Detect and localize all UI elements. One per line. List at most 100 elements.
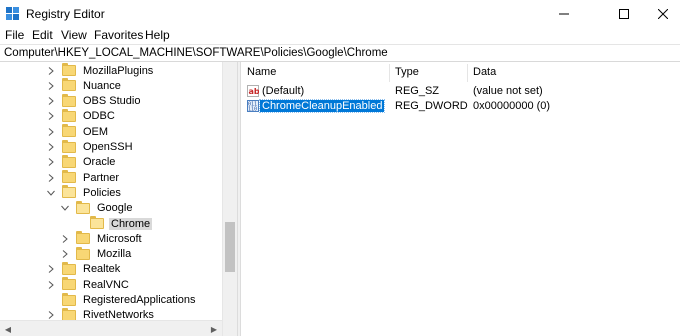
tree-item-label: Microsoft [97,232,142,245]
tree-item-label: Google [97,202,133,215]
menu-view[interactable]: View [61,28,87,42]
menu-help[interactable]: Help [145,28,170,42]
tree-item-oem[interactable]: OEM [46,124,110,139]
tree-item-chrome[interactable]: Chrome [74,216,153,231]
column-divider[interactable] [467,64,468,82]
tree-item-mozillaplugins[interactable]: MozillaPlugins [46,63,155,78]
tree-item-registeredapplications[interactable]: RegisteredApplications [46,292,198,308]
column-header-type[interactable]: Type [395,66,419,78]
chevron-down-icon[interactable] [60,203,70,213]
value-name[interactable]: (Default) [260,85,306,97]
folder-icon [62,277,76,291]
scroll-left-icon[interactable]: ◀ [1,322,15,336]
svg-text:ab: ab [249,87,260,96]
folder-icon [76,246,90,260]
value-data: (value not set) [473,85,543,97]
folder-icon [62,185,76,199]
folder-icon [62,170,76,184]
chevron-right-icon[interactable] [46,127,56,137]
tree-item-label: RegisteredApplications [83,294,196,306]
chevron-right-icon[interactable] [46,111,56,121]
tree-item-policies[interactable]: Policies [46,185,123,200]
tree-item-odbc[interactable]: ODBC [46,108,117,124]
chevron-right-icon[interactable] [46,157,56,167]
chevron-right-icon[interactable] [60,234,70,244]
tree-item-oracle[interactable]: Oracle [46,154,117,170]
value-row-chromecleanupenabled[interactable]: 011 110 ChromeCleanupEnabled REG_DWORD 0… [241,99,680,114]
tree-horizontal-scrollbar[interactable]: ◀ ▶ [0,320,222,336]
folder-icon [62,124,76,138]
chevron-right-icon[interactable] [46,66,56,76]
key-tree: MozillaPlugins Nuance OBS Studio ODBC OEM Ope… [0,62,237,336]
value-data: 0x00000000 (0) [473,100,551,112]
tree-item-label: ODBC [83,110,115,123]
close-icon [658,9,668,19]
tree-item-google[interactable]: Google [60,200,134,216]
svg-text:110: 110 [248,107,257,113]
tree-item-realtek[interactable]: Realtek [46,261,122,277]
tree-item-nuance[interactable]: Nuance [46,78,123,93]
close-button[interactable] [640,0,680,28]
folder-icon [76,200,90,214]
chevron-right-icon[interactable] [46,142,56,152]
tree-item-label: Oracle [83,156,116,169]
tree-item-mozilla[interactable]: Mozilla [60,246,133,262]
chevron-right-icon[interactable] [46,173,56,183]
chevron-down-icon[interactable] [46,188,56,198]
column-divider[interactable] [389,64,390,82]
chevron-right-icon[interactable] [60,249,70,259]
tree-item-label: Policies [83,186,121,199]
chevron-right-icon[interactable] [46,264,56,274]
value-type: REG_SZ [395,85,440,97]
menu-bar: File Edit View Favorites Help [0,28,680,44]
menu-edit[interactable]: Edit [32,28,53,42]
string-value-icon: ab [247,85,259,97]
value-name[interactable]: ChromeCleanupEnabled [258,99,386,113]
chevron-right-icon[interactable] [46,96,56,106]
folder-icon [62,139,76,153]
folder-icon [90,216,104,229]
tree-item-partner[interactable]: Partner [46,170,121,185]
folder-icon [62,63,76,76]
tree-item-label: OBS Studio [83,95,141,108]
chevron-right-icon[interactable] [46,280,56,290]
column-header-data[interactable]: Data [473,66,496,78]
window-title: Registry Editor [26,7,105,21]
title-bar: Registry Editor [0,0,680,28]
tree-item-obs-studio[interactable]: OBS Studio [46,93,142,109]
tree-item-label: Nuance [83,79,121,92]
minimize-button[interactable] [541,0,587,28]
folder-icon [76,231,90,245]
menu-file[interactable]: File [5,28,24,42]
registry-editor-icon [6,7,19,20]
folder-icon [62,108,76,122]
tree-vertical-scrollbar[interactable] [222,62,237,336]
values-list: Name Type Data ab (Default) REG_SZ (valu… [241,62,680,336]
scroll-right-icon[interactable]: ▶ [207,322,221,336]
maximize-icon [619,9,629,19]
folder-icon [62,93,76,107]
tree-item-microsoft[interactable]: Microsoft [60,231,144,246]
tree-item-label: Partner [83,171,120,184]
tree-item-label: Mozilla [97,248,132,261]
value-row-default[interactable]: ab (Default) REG_SZ (value not set) [241,84,680,99]
tree-scroll-thumb[interactable] [225,222,235,272]
folder-icon [62,154,76,168]
column-header-name[interactable]: Name [247,66,276,78]
tree-item-realvnc[interactable]: RealVNC [46,277,131,292]
chevron-right-icon[interactable] [46,310,56,320]
tree-item-label: OEM [83,125,109,138]
address-path[interactable]: Computer\HKEY_LOCAL_MACHINE\SOFTWARE\Pol… [4,47,388,59]
folder-icon [62,78,76,92]
address-bar[interactable]: Computer\HKEY_LOCAL_MACHINE\SOFTWARE\Pol… [0,44,680,62]
tree-item-label: MozillaPlugins [83,64,154,77]
chevron-right-icon[interactable] [46,81,56,91]
tree-item-openssh[interactable]: OpenSSH [46,139,135,155]
tree-item-label: OpenSSH [83,141,133,153]
tree-item-label: Chrome [109,217,153,230]
menu-favorites[interactable]: Favorites [94,28,143,42]
folder-icon [62,261,76,275]
tree-item-label: RealVNC [83,278,129,291]
dword-value-icon: 011 110 [247,100,259,112]
